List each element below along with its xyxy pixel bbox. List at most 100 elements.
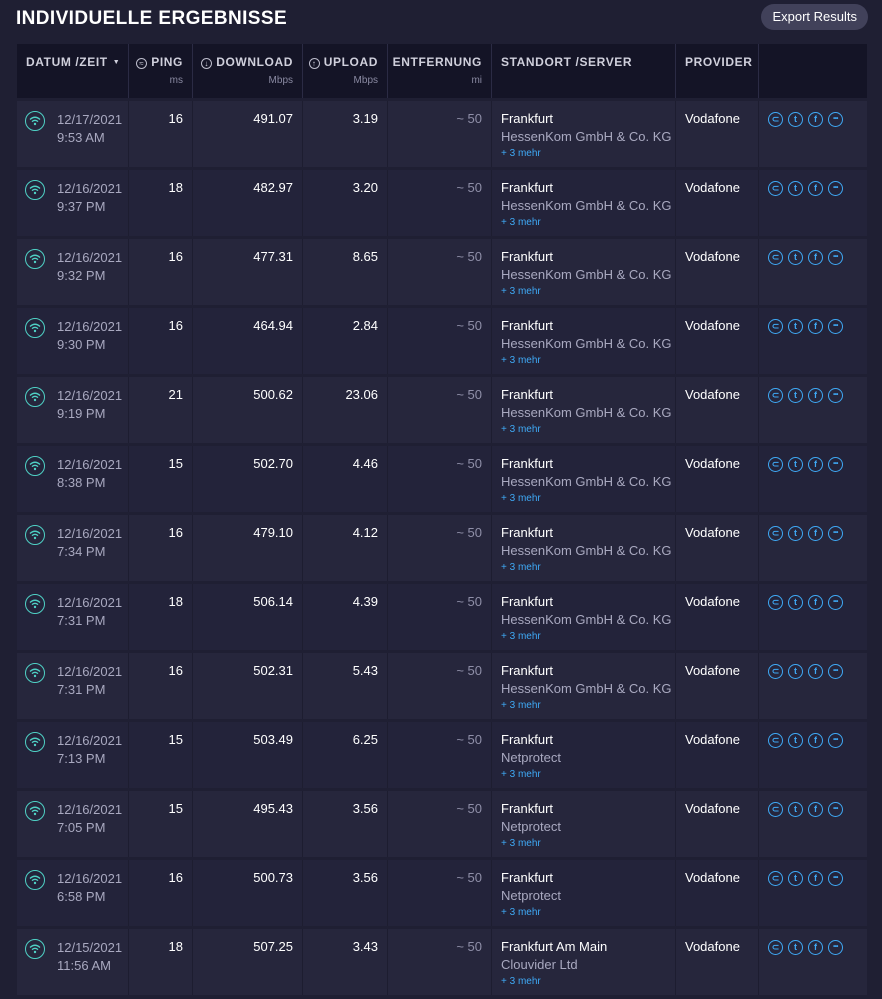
twitter-icon[interactable]: t xyxy=(788,112,803,127)
wifi-icon xyxy=(25,456,45,476)
table-row[interactable]: 12/16/2021 7:13 PM 15 503.49 6.25 ~ 50 Fr… xyxy=(17,722,867,788)
table-row[interactable]: 12/16/2021 9:32 PM 16 477.31 8.65 ~ 50 Fr… xyxy=(17,239,867,305)
more-servers-link[interactable]: + 3 mehr xyxy=(501,355,541,366)
cell-provider: Vodafone xyxy=(676,377,759,443)
twitter-icon[interactable]: t xyxy=(788,871,803,886)
link-icon[interactable]: ⊂ xyxy=(768,457,783,472)
twitter-icon[interactable]: t xyxy=(788,388,803,403)
column-header-download[interactable]: ↓ DOWNLOAD Mbps xyxy=(193,44,303,98)
more-icon[interactable]: ••• xyxy=(828,802,843,817)
column-header-date[interactable]: DATUM /ZEIT ▼ xyxy=(17,44,129,98)
more-servers-link[interactable]: + 3 mehr xyxy=(501,838,541,849)
cell-ping: 16 xyxy=(129,239,193,305)
table-row[interactable]: 12/15/2021 11:56 AM 18 507.25 3.43 ~ 50 F… xyxy=(17,929,867,995)
more-servers-link[interactable]: + 3 mehr xyxy=(501,148,541,159)
table-row[interactable]: 12/16/2021 7:31 PM 18 506.14 4.39 ~ 50 Fr… xyxy=(17,584,867,650)
more-icon[interactable]: ••• xyxy=(828,388,843,403)
column-header-server[interactable]: STANDORT /SERVER xyxy=(492,44,676,98)
table-row[interactable]: 12/16/2021 8:38 PM 15 502.70 4.46 ~ 50 Fr… xyxy=(17,446,867,512)
more-icon[interactable]: ••• xyxy=(828,871,843,886)
more-icon[interactable]: ••• xyxy=(828,457,843,472)
link-icon[interactable]: ⊂ xyxy=(768,802,783,817)
column-header-ping[interactable]: ≈ PING ms xyxy=(129,44,193,98)
more-servers-link[interactable]: + 3 mehr xyxy=(501,493,541,504)
twitter-icon[interactable]: t xyxy=(788,181,803,196)
facebook-icon[interactable]: f xyxy=(808,250,823,265)
twitter-icon[interactable]: t xyxy=(788,250,803,265)
more-servers-link[interactable]: + 3 mehr xyxy=(501,631,541,642)
more-icon[interactable]: ••• xyxy=(828,595,843,610)
more-servers-link[interactable]: + 3 mehr xyxy=(501,769,541,780)
facebook-icon[interactable]: f xyxy=(808,181,823,196)
link-icon[interactable]: ⊂ xyxy=(768,871,783,886)
table-row[interactable]: 12/17/2021 9:53 AM 16 491.07 3.19 ~ 50 Fr… xyxy=(17,101,867,167)
more-icon[interactable]: ••• xyxy=(828,181,843,196)
facebook-icon[interactable]: f xyxy=(808,664,823,679)
table-row[interactable]: 12/16/2021 7:31 PM 16 502.31 5.43 ~ 50 Fr… xyxy=(17,653,867,719)
more-icon[interactable]: ••• xyxy=(828,250,843,265)
facebook-icon[interactable]: f xyxy=(808,733,823,748)
link-icon[interactable]: ⊂ xyxy=(768,250,783,265)
link-icon[interactable]: ⊂ xyxy=(768,388,783,403)
more-icon[interactable]: ••• xyxy=(828,733,843,748)
provider-name: Vodafone xyxy=(685,111,740,126)
facebook-icon[interactable]: f xyxy=(808,595,823,610)
link-icon[interactable]: ⊂ xyxy=(768,526,783,541)
link-icon[interactable]: ⊂ xyxy=(768,181,783,196)
more-servers-link[interactable]: + 3 mehr xyxy=(501,424,541,435)
export-results-button[interactable]: Export Results xyxy=(761,4,868,30)
column-header-provider[interactable]: PROVIDER xyxy=(676,44,759,98)
cell-distance: ~ 50 xyxy=(388,653,492,719)
facebook-icon[interactable]: f xyxy=(808,112,823,127)
server-host: Clouvider Ltd xyxy=(501,957,578,972)
facebook-icon[interactable]: f xyxy=(808,802,823,817)
more-servers-link[interactable]: + 3 mehr xyxy=(501,700,541,711)
table-row[interactable]: 12/16/2021 9:37 PM 18 482.97 3.20 ~ 50 Fr… xyxy=(17,170,867,236)
provider-name: Vodafone xyxy=(685,732,740,747)
cell-share: ⊂ t f ••• xyxy=(759,308,867,374)
twitter-icon[interactable]: t xyxy=(788,526,803,541)
twitter-icon[interactable]: t xyxy=(788,319,803,334)
download-value: 500.73 xyxy=(253,870,293,885)
twitter-icon[interactable]: t xyxy=(788,940,803,955)
link-icon[interactable]: ⊂ xyxy=(768,319,783,334)
page-title: INDIVIDUELLE ERGEBNISSE xyxy=(16,8,288,29)
more-servers-link[interactable]: + 3 mehr xyxy=(501,907,541,918)
twitter-icon[interactable]: t xyxy=(788,733,803,748)
twitter-icon[interactable]: t xyxy=(788,457,803,472)
twitter-icon[interactable]: t xyxy=(788,595,803,610)
more-servers-link[interactable]: + 3 mehr xyxy=(501,976,541,987)
cell-server: Frankfurt Am Main Clouvider Ltd + 3 mehr xyxy=(492,929,676,995)
facebook-icon[interactable]: f xyxy=(808,319,823,334)
link-icon[interactable]: ⊂ xyxy=(768,664,783,679)
page-header: INDIVIDUELLE ERGEBNISSE Export Results xyxy=(16,4,868,31)
link-icon[interactable]: ⊂ xyxy=(768,733,783,748)
more-icon[interactable]: ••• xyxy=(828,526,843,541)
cell-date: 12/16/2021 6:58 PM xyxy=(17,860,129,926)
more-icon[interactable]: ••• xyxy=(828,112,843,127)
more-servers-link[interactable]: + 3 mehr xyxy=(501,286,541,297)
facebook-icon[interactable]: f xyxy=(808,457,823,472)
more-icon[interactable]: ••• xyxy=(828,664,843,679)
cell-date: 12/16/2021 7:34 PM xyxy=(17,515,129,581)
table-row[interactable]: 12/16/2021 9:30 PM 16 464.94 2.84 ~ 50 Fr… xyxy=(17,308,867,374)
facebook-icon[interactable]: f xyxy=(808,526,823,541)
column-header-upload[interactable]: ↑ UPLOAD Mbps xyxy=(303,44,388,98)
table-row[interactable]: 12/16/2021 7:05 PM 15 495.43 3.56 ~ 50 Fr… xyxy=(17,791,867,857)
twitter-icon[interactable]: t xyxy=(788,802,803,817)
twitter-icon[interactable]: t xyxy=(788,664,803,679)
facebook-icon[interactable]: f xyxy=(808,871,823,886)
table-row[interactable]: 12/16/2021 7:34 PM 16 479.10 4.12 ~ 50 Fr… xyxy=(17,515,867,581)
facebook-icon[interactable]: f xyxy=(808,940,823,955)
link-icon[interactable]: ⊂ xyxy=(768,112,783,127)
table-row[interactable]: 12/16/2021 6:58 PM 16 500.73 3.56 ~ 50 Fr… xyxy=(17,860,867,926)
link-icon[interactable]: ⊂ xyxy=(768,940,783,955)
more-servers-link[interactable]: + 3 mehr xyxy=(501,562,541,573)
facebook-icon[interactable]: f xyxy=(808,388,823,403)
link-icon[interactable]: ⊂ xyxy=(768,595,783,610)
column-header-distance[interactable]: ENTFERNUNG mi xyxy=(388,44,492,98)
more-servers-link[interactable]: + 3 mehr xyxy=(501,217,541,228)
more-icon[interactable]: ••• xyxy=(828,319,843,334)
more-icon[interactable]: ••• xyxy=(828,940,843,955)
table-row[interactable]: 12/16/2021 9:19 PM 21 500.62 23.06 ~ 50 F… xyxy=(17,377,867,443)
